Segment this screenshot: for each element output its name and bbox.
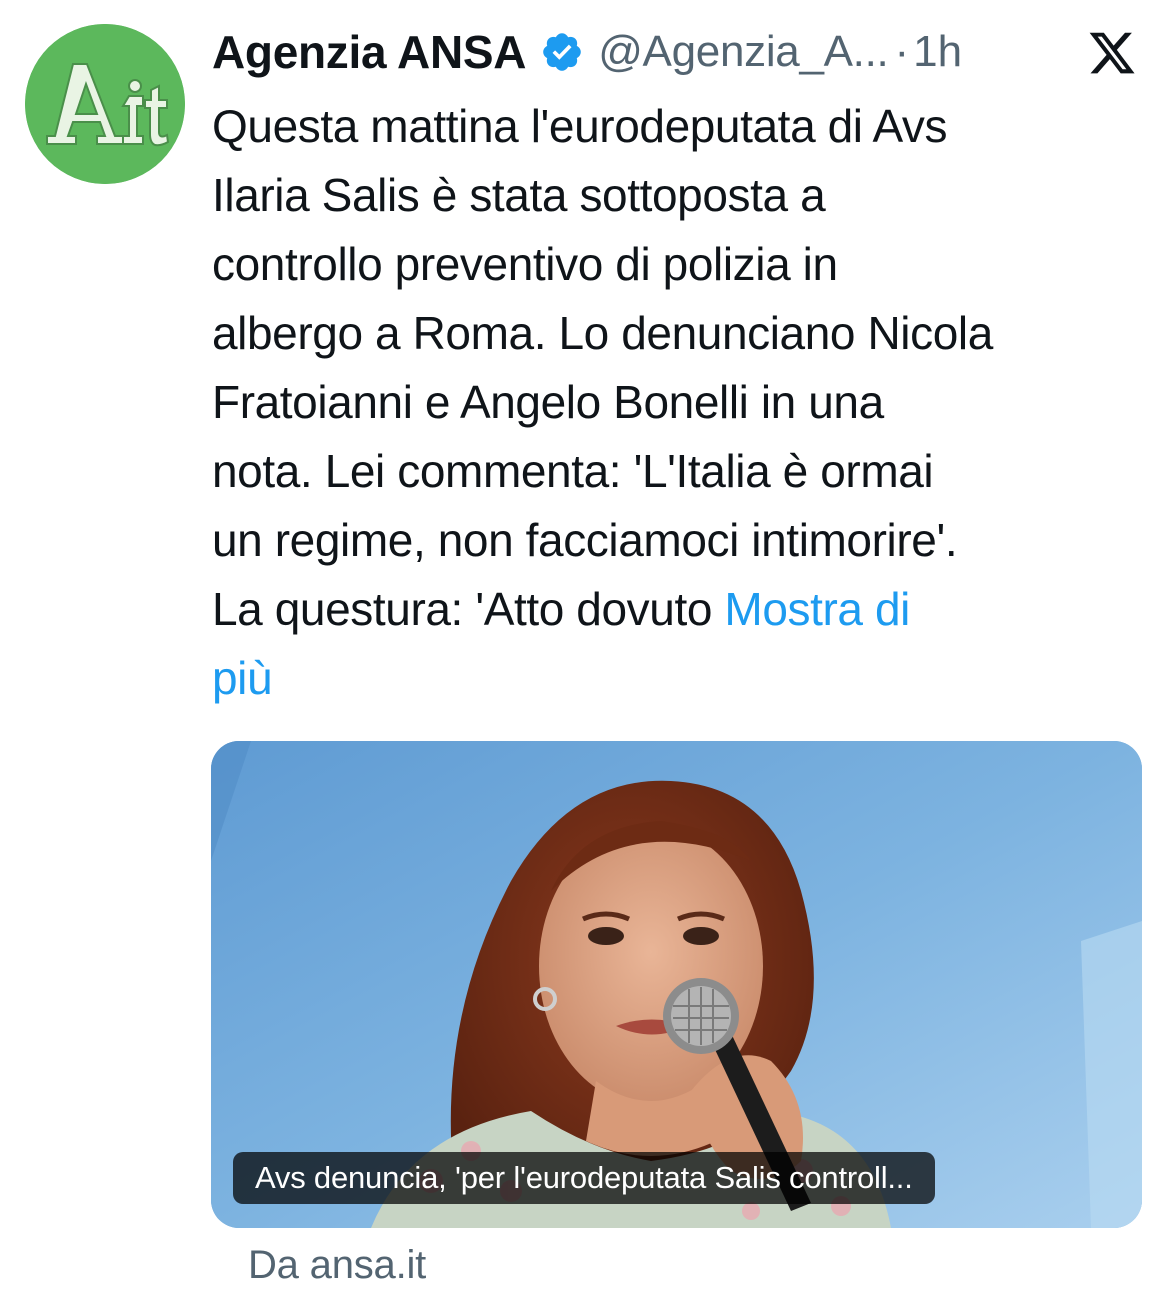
separator-dot: ·: [894, 27, 910, 76]
card-caption[interactable]: Avs denuncia, 'per l'eurodeputata Salis …: [233, 1152, 935, 1204]
card-source[interactable]: Da ansa.it: [248, 1243, 426, 1288]
link-card-image[interactable]: Avs denuncia, 'per l'eurodeputata Salis …: [211, 741, 1142, 1228]
tweet-text-fragment: La questura: 'Atto dovuto: [212, 583, 725, 635]
x-logo-icon: [1085, 28, 1139, 78]
tweet-text-line: albergo a Roma. Lo denunciano Nicola: [212, 307, 993, 359]
author-avatar[interactable]: [25, 24, 185, 184]
tweet-text-line: controllo preventivo di polizia in: [212, 238, 838, 290]
ansa-logo-icon: [25, 24, 185, 184]
timestamp[interactable]: 1h: [913, 27, 962, 77]
tweet-text-line-last: La questura: 'Atto dovuto Mostra di: [212, 575, 1147, 644]
author-name[interactable]: Agenzia ANSA: [212, 25, 526, 79]
tweet-text: Questa mattina l'eurodeputata di Avs Ila…: [212, 92, 1147, 713]
show-more-link-continued[interactable]: più: [212, 644, 1147, 713]
verified-badge-icon[interactable]: [540, 30, 584, 74]
tweet-text-line: Fratoianni e Angelo Bonelli in una: [212, 376, 884, 428]
tweet[interactable]: Agenzia ANSA @Agenzia_A... · 1h Questa m…: [0, 0, 1169, 1299]
show-more-link[interactable]: Mostra di: [724, 583, 910, 635]
tweet-text-line: Ilaria Salis è stata sottoposta a: [212, 169, 826, 221]
tweet-text-line: un regime, non facciamoci intimorire'.: [212, 514, 958, 566]
author-handle[interactable]: @Agenzia_A...: [598, 27, 889, 77]
tweet-text-line: nota. Lei commenta: 'L'Italia è ormai: [212, 445, 934, 497]
tweet-header: Agenzia ANSA @Agenzia_A... · 1h: [212, 22, 962, 82]
tweet-text-line: Questa mattina l'eurodeputata di Avs: [212, 100, 948, 152]
